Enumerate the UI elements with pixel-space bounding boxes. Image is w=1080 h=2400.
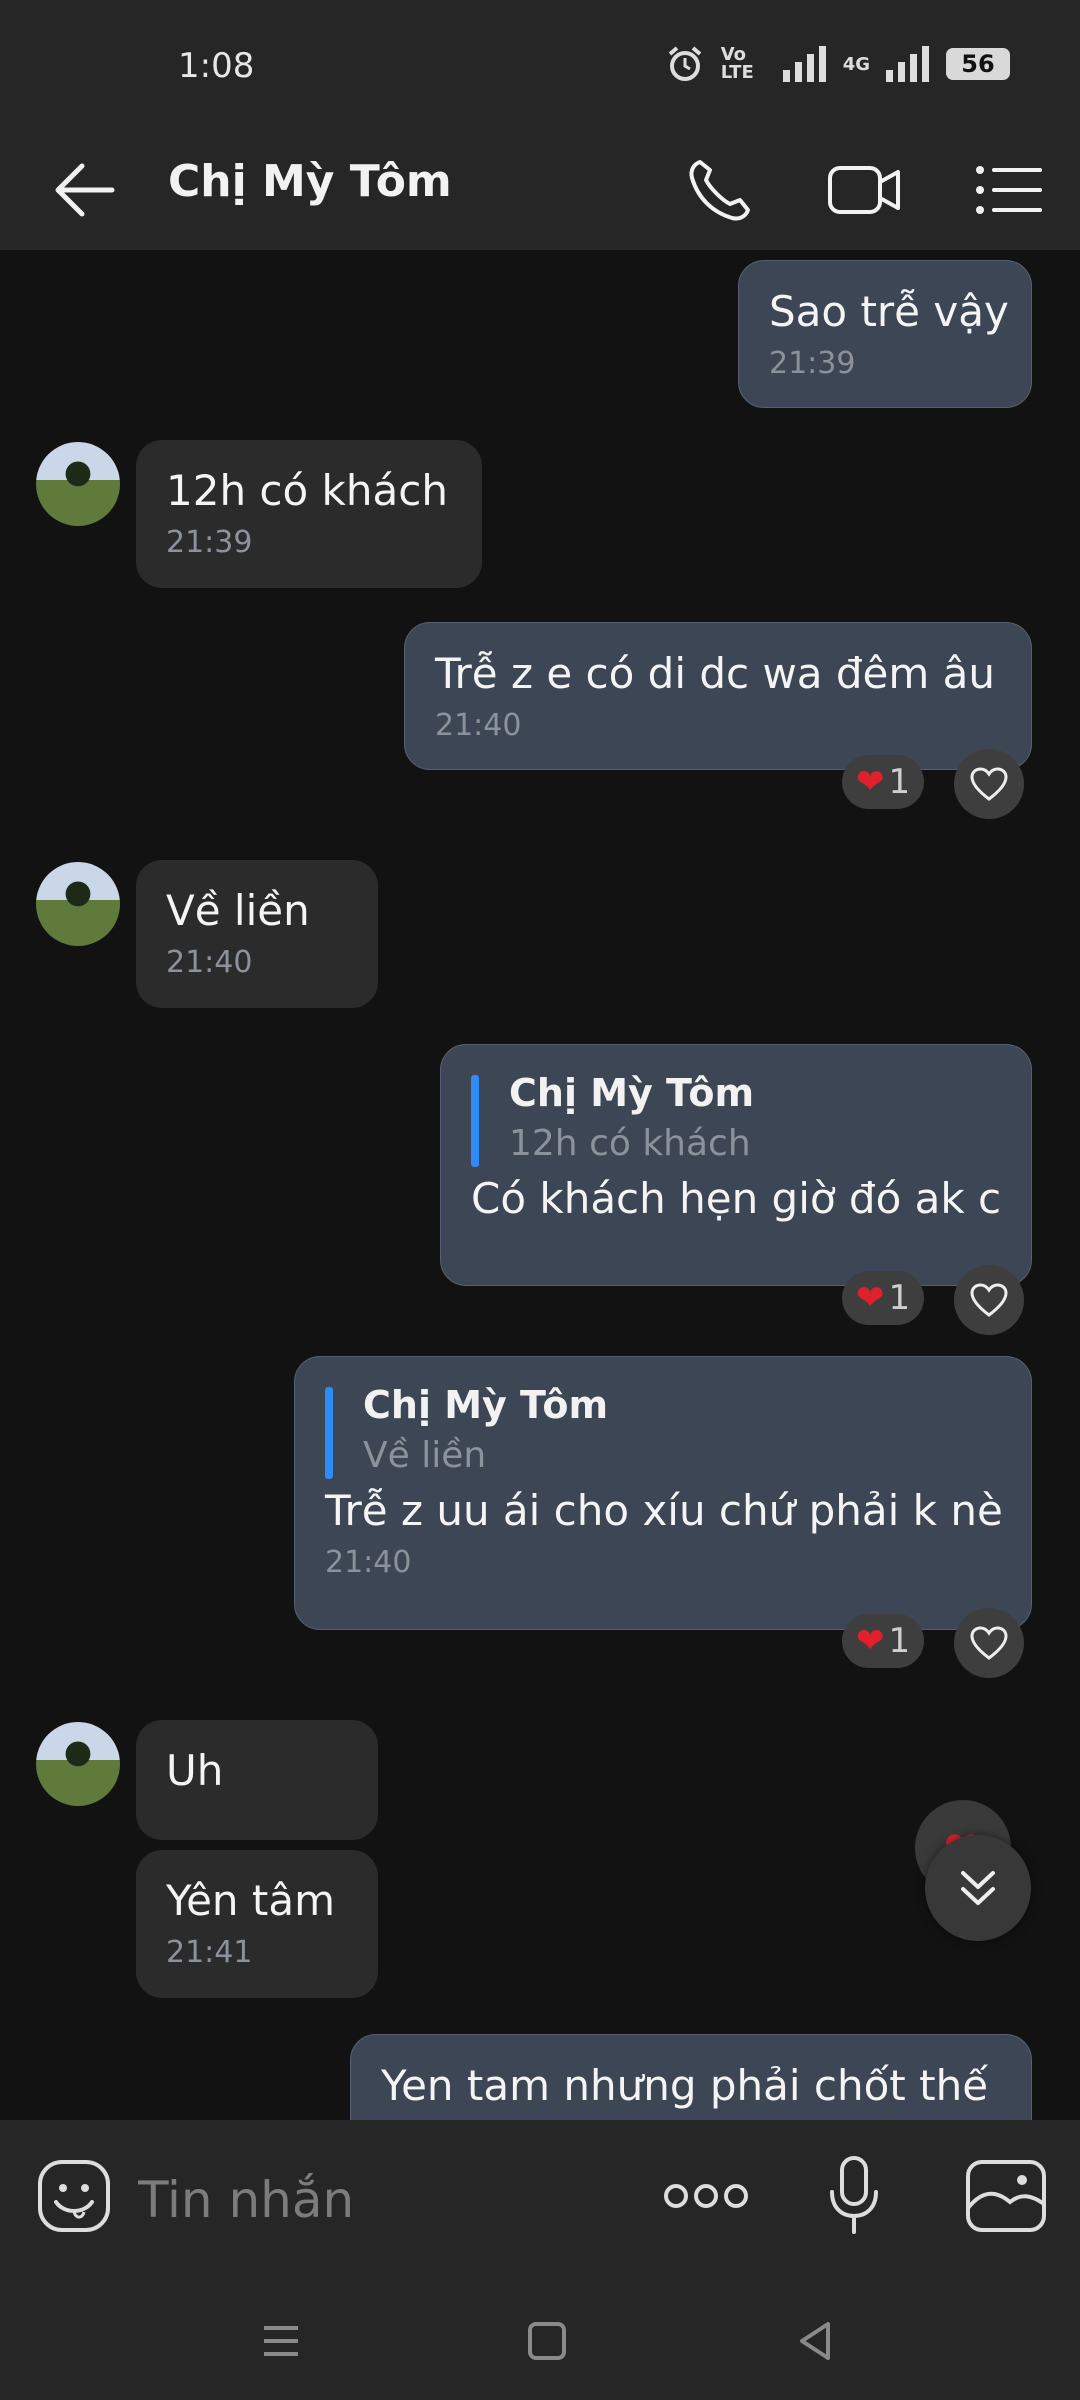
message-time: 21:39	[769, 346, 856, 381]
outgoing-message[interactable]: Yen tam nhưng phải chốt thế	[350, 2034, 1032, 2120]
status-bar: 1:08 Vo LTE 4G 56	[0, 0, 1080, 130]
recent-apps-icon[interactable]	[256, 2316, 306, 2366]
message-input[interactable]	[136, 2154, 620, 2246]
alarm-icon	[668, 46, 701, 81]
contact-name[interactable]: Chị Mỳ Tôm	[168, 156, 452, 207]
signal-icon-1	[782, 46, 826, 82]
message-text: Về liền	[166, 886, 310, 935]
reaction-badge[interactable]: ❤ 1	[842, 1614, 925, 1668]
message-time: 21:40	[435, 708, 522, 743]
message-time: 21:40	[325, 1545, 412, 1580]
heart-icon: ❤	[856, 762, 885, 802]
react-heart-button[interactable]	[954, 749, 1024, 819]
react-heart-button[interactable]	[954, 1608, 1024, 1678]
quote-text: 12h có khách	[509, 1123, 751, 1164]
outgoing-reply-message[interactable]: Chị Mỳ Tôm 12h có khách Có khách hẹn giờ…	[440, 1044, 1032, 1286]
phone-icon[interactable]	[682, 152, 758, 228]
emoji-icon[interactable]	[36, 2158, 112, 2234]
status-time: 1:08	[178, 46, 255, 86]
message-time: 21:39	[166, 525, 253, 560]
system-nav-bar	[0, 2280, 1080, 2400]
incoming-message[interactable]: Uh	[136, 1720, 378, 1840]
incoming-message[interactable]: Yên tâm 21:41	[136, 1850, 378, 1998]
message-time: 21:41	[166, 1935, 253, 1970]
reaction-badge[interactable]: ❤ 1	[842, 1271, 925, 1325]
reaction-count: 1	[888, 1621, 911, 1661]
reaction-badge[interactable]: ❤ 1	[842, 755, 925, 809]
scroll-down-button[interactable]	[925, 1835, 1031, 1941]
network-4g-label: 4G	[842, 53, 870, 75]
avatar[interactable]	[36, 862, 120, 946]
outgoing-message[interactable]: Trễ z e có di dc wa đêm âu 21:40	[404, 622, 1032, 770]
signal-icon-2	[886, 46, 929, 82]
heart-outline-icon	[970, 1283, 1008, 1317]
battery-icon: 56	[946, 48, 1010, 80]
back-arrow-icon[interactable]	[50, 158, 120, 222]
quoted-message[interactable]: Chị Mỳ Tôm Về liền	[325, 1383, 1001, 1479]
message-text: Có khách hẹn giờ đó ak c	[471, 1174, 1002, 1223]
quote-author: Chị Mỳ Tôm	[509, 1071, 755, 1115]
more-dots-icon[interactable]	[662, 2174, 750, 2218]
reaction-count: 1	[888, 762, 911, 802]
menu-list-icon[interactable]	[970, 152, 1046, 228]
home-icon[interactable]	[522, 2316, 572, 2366]
message-text: Yen tam nhưng phải chốt thế	[381, 2061, 989, 2110]
message-text: Yên tâm	[166, 1876, 336, 1925]
outgoing-message[interactable]: Sao trễ vậy 21:39	[738, 260, 1032, 408]
gallery-icon[interactable]	[964, 2158, 1048, 2234]
heart-icon: ❤	[856, 1278, 885, 1318]
heart-outline-icon	[970, 1626, 1008, 1660]
video-call-icon[interactable]	[826, 152, 902, 228]
message-time: 21:40	[166, 945, 253, 980]
status-icons: Vo LTE 4G 56	[665, 44, 1010, 84]
message-text: Trễ z e có di dc wa đêm âu	[435, 649, 996, 698]
avatar[interactable]	[36, 442, 120, 526]
message-text: 12h có khách	[166, 466, 448, 515]
quote-author: Chị Mỳ Tôm	[363, 1383, 609, 1427]
message-text: Sao trễ vậy	[769, 287, 1009, 336]
incoming-message[interactable]: 12h có khách 21:39	[136, 440, 482, 588]
volte-label: Vo LTE	[720, 44, 754, 83]
reaction-count: 1	[888, 1278, 911, 1318]
react-heart-button[interactable]	[954, 1265, 1024, 1335]
avatar[interactable]	[36, 1722, 120, 1806]
message-text: Trễ z uu ái cho xíu chứ phải k nè	[325, 1486, 1003, 1535]
message-text: Uh	[166, 1746, 224, 1795]
quote-text: Về liền	[363, 1435, 487, 1476]
heart-icon: ❤	[856, 1621, 885, 1661]
incoming-message[interactable]: Về liền 21:40	[136, 860, 378, 1008]
nav-back-icon[interactable]	[790, 2316, 840, 2366]
microphone-icon[interactable]	[824, 2154, 884, 2238]
chat-header: Chị Mỳ Tôm	[0, 130, 1080, 250]
message-composer	[0, 2120, 1080, 2280]
heart-outline-icon	[970, 767, 1008, 801]
quoted-message[interactable]: Chị Mỳ Tôm 12h có khách	[471, 1071, 1001, 1167]
outgoing-reply-message[interactable]: Chị Mỳ Tôm Về liền Trễ z uu ái cho xíu c…	[294, 1356, 1032, 1630]
scroll-down-icon	[961, 1871, 995, 1905]
